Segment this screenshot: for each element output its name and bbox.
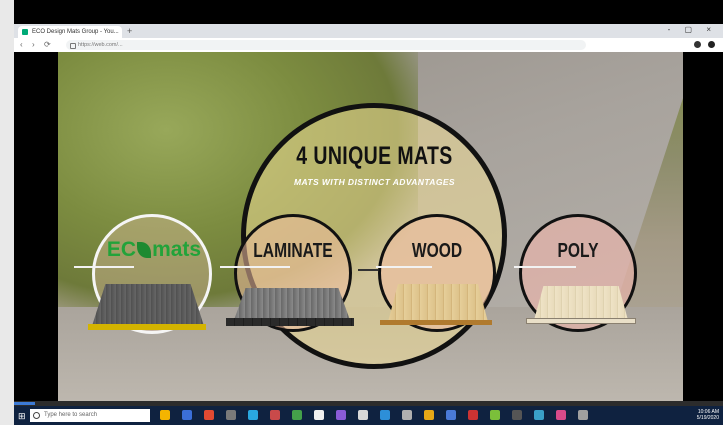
taskbar-app-icon[interactable]	[182, 410, 192, 420]
laminate-mat-image	[234, 288, 350, 320]
taskbar-app-icon[interactable]	[468, 410, 478, 420]
wood-underline	[376, 266, 432, 268]
taskbar-app-icon[interactable]	[490, 410, 500, 420]
extension-icon[interactable]	[694, 41, 701, 48]
browser-tab-strip: ECO Design Mats Group - You... + - ▢ ×	[14, 24, 723, 38]
forward-button[interactable]: ›	[32, 40, 35, 50]
taskbar-app-icon[interactable]	[314, 410, 324, 420]
system-tray[interactable]: 10:06 AM 5/19/2020	[697, 409, 719, 421]
search-icon	[33, 412, 40, 419]
video-player[interactable]: 4 UNIQUE MATS MATS WITH DISTINCT ADVANTA…	[14, 52, 723, 401]
poly-label: POLY	[557, 240, 599, 262]
top-black-border	[14, 0, 723, 24]
slide-subtitle: MATS WITH DISTINCT ADVANTAGES	[294, 177, 455, 187]
profile-avatar[interactable]	[708, 41, 715, 48]
poly-mat-edge	[526, 318, 636, 324]
tray-date: 5/19/2020	[696, 415, 719, 421]
tab-title: ECO Design Mats Group - You...	[32, 29, 119, 35]
taskbar-app-icon[interactable]	[204, 410, 214, 420]
reload-button[interactable]: ⟳	[44, 40, 51, 50]
window-controls[interactable]: - ▢ ×	[668, 25, 717, 34]
lock-icon	[70, 43, 76, 49]
taskbar-app-icon[interactable]	[292, 410, 302, 420]
new-tab-button[interactable]: +	[127, 26, 132, 36]
wood-mat-image	[388, 284, 488, 322]
eco-brand-prefix: EC	[106, 238, 137, 261]
taskbar-app-icon[interactable]	[534, 410, 544, 420]
taskbar-app-icon[interactable]	[556, 410, 566, 420]
eco-mat-image	[92, 284, 204, 326]
wood-mat-edge	[380, 320, 492, 325]
url-text: https://web.com/...	[78, 42, 123, 48]
slide-title: 4 UNIQUE MATS	[296, 142, 453, 170]
laminate-mat-edge	[226, 318, 354, 326]
screen: ECO Design Mats Group - You... + - ▢ × ‹…	[0, 0, 723, 425]
left-window-edge	[0, 0, 15, 425]
browser-toolbar: ‹ › ⟳ https://web.com/...	[14, 38, 723, 53]
taskbar-app-icon[interactable]	[248, 410, 258, 420]
taskbar-app-icon[interactable]	[358, 410, 368, 420]
eco-mats-logo: EC mats	[96, 238, 212, 262]
taskbar-app-icon[interactable]	[380, 410, 390, 420]
laminate-underline	[220, 266, 290, 268]
leaf-icon	[137, 242, 152, 258]
progress-fill	[14, 402, 36, 405]
poly-underline	[514, 266, 576, 268]
wood-label: WOOD	[411, 240, 463, 262]
taskbar-app-icon[interactable]	[226, 410, 236, 420]
laminate-label: LAMINATE	[253, 240, 333, 262]
taskbar-app-icon[interactable]	[578, 410, 588, 420]
taskbar-app-icon[interactable]	[424, 410, 434, 420]
taskbar-app-icon[interactable]	[160, 410, 170, 420]
eco-underline	[74, 266, 134, 268]
browser-tab[interactable]: ECO Design Mats Group - You...	[18, 26, 122, 38]
taskbar-app-icon[interactable]	[446, 410, 456, 420]
taskbar-app-icon[interactable]	[402, 410, 412, 420]
taskbar-search[interactable]: Type here to search	[30, 409, 150, 422]
address-bar[interactable]: https://web.com/...	[66, 40, 586, 50]
divider-mark	[358, 269, 378, 271]
taskbar-app-icon[interactable]	[512, 410, 522, 420]
windows-start-icon[interactable]: ⊞	[18, 411, 26, 422]
favicon-icon	[22, 29, 28, 35]
back-button[interactable]: ‹	[20, 40, 23, 50]
poly-mat-image	[534, 286, 628, 320]
video-frame: 4 UNIQUE MATS MATS WITH DISTINCT ADVANTA…	[58, 52, 683, 401]
taskbar-app-icon[interactable]	[336, 410, 346, 420]
eco-brand-suffix: mats	[152, 238, 202, 261]
eco-mat-edge	[88, 324, 206, 330]
taskbar-app-icon[interactable]	[270, 410, 280, 420]
taskbar: ⊞ Type here to search 10:06 AM 5/19/2020	[14, 406, 723, 425]
taskbar-search-placeholder: Type here to search	[44, 412, 98, 418]
